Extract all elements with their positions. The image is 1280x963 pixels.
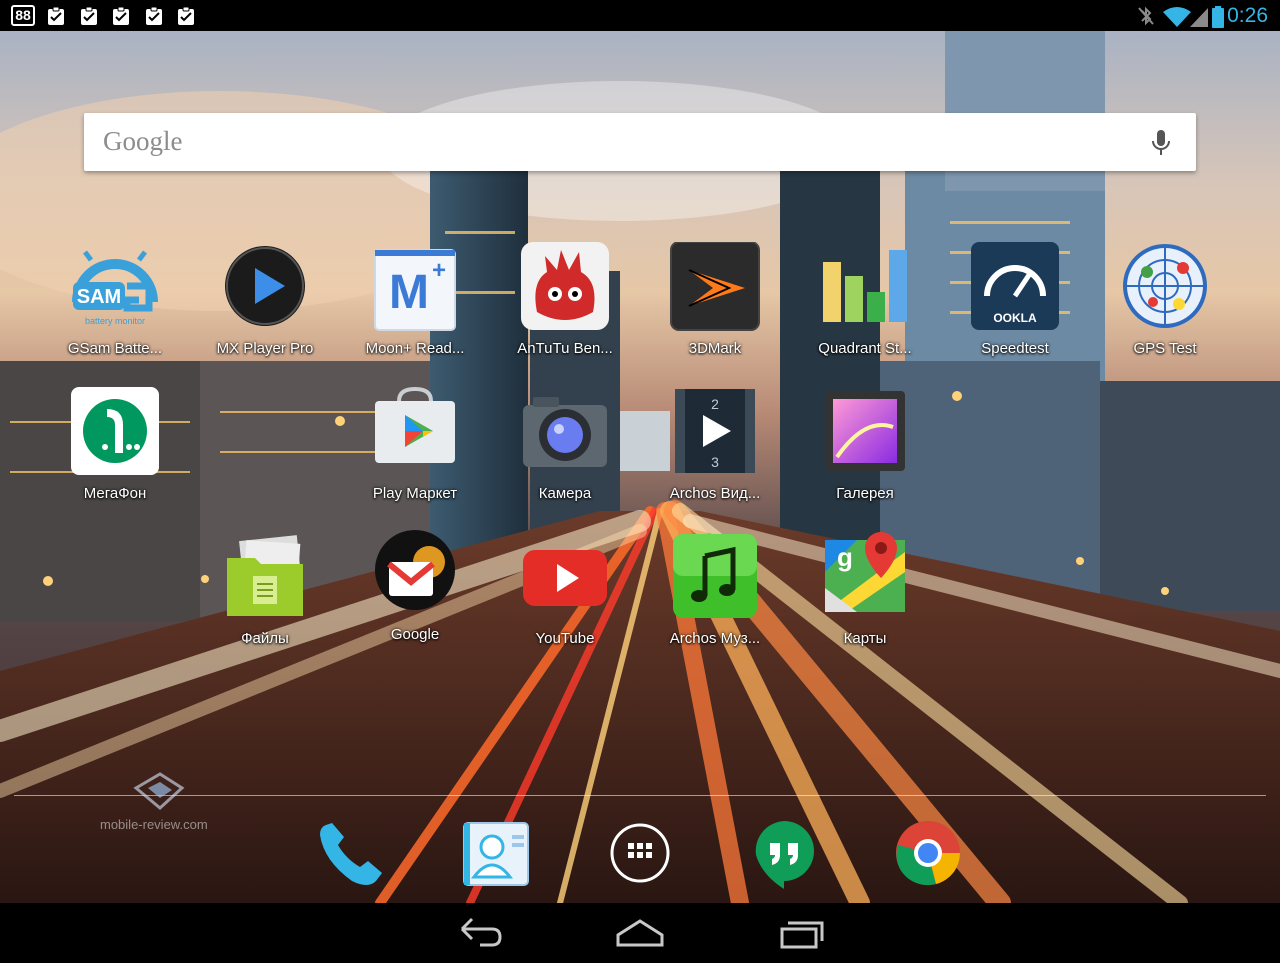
app-label: Карты (843, 630, 887, 647)
clipboard-check-icon[interactable] (46, 6, 66, 26)
cell-signal-icon (1190, 8, 1208, 27)
app-label: Moon+ Read... (365, 340, 465, 357)
archos-music-icon (667, 532, 763, 628)
app-speedtest[interactable]: OOKLA Speedtest (940, 242, 1090, 358)
app-label: AnTuTu Ben... (517, 340, 613, 357)
app-maps[interactable]: g Карты (790, 532, 940, 648)
app-label: Speedtest (981, 340, 1049, 357)
svg-text:battery monitor: battery monitor (85, 316, 145, 326)
app-archos-video[interactable]: 23 Archos Вид... (640, 387, 790, 503)
app-label: Archos Вид... (669, 485, 761, 502)
app-label: Галерея (836, 485, 894, 502)
app-label: Quadrant St... (818, 340, 912, 357)
clipboard-check-icon[interactable] (111, 6, 131, 26)
youtube-icon (517, 532, 613, 628)
clipboard-check-icon[interactable] (144, 6, 164, 26)
contacts-icon[interactable] (458, 815, 534, 891)
app-label: Google (390, 626, 440, 643)
google-search-bar[interactable]: Google (84, 113, 1196, 171)
status-bar: 88 0:26 (0, 0, 1280, 31)
home-icon[interactable] (612, 915, 668, 951)
svg-text:+: + (432, 257, 446, 284)
all-apps-icon[interactable] (602, 815, 678, 891)
app-files[interactable]: Файлы (190, 532, 340, 648)
svg-text:3: 3 (711, 454, 719, 470)
camera-icon (517, 387, 613, 483)
app-moon-reader[interactable]: M + Moon+ Read... (340, 242, 490, 358)
quadrant-icon (817, 242, 913, 338)
mx-player-icon (217, 242, 313, 338)
app-label: GPS Test (1133, 340, 1197, 357)
recents-icon[interactable] (772, 915, 828, 951)
maps-icon: g (817, 532, 913, 628)
app-antutu[interactable]: AnTuTu Ben... (490, 242, 640, 358)
svg-text:2: 2 (711, 396, 719, 412)
app-youtube[interactable]: YouTube (490, 532, 640, 648)
dock-divider (14, 795, 1266, 796)
app-label: YouTube (535, 630, 595, 647)
google-logo: Google (103, 126, 183, 156)
svg-text:M: M (389, 266, 429, 319)
app-label: Archos Муз... (669, 630, 761, 647)
svg-text:g: g (837, 542, 853, 572)
gsam-battery-icon: SAM battery monitor (67, 242, 163, 338)
svg-text:SAM: SAM (77, 286, 121, 308)
status-time: 0:26 (1227, 4, 1268, 27)
clipboard-check-icon[interactable] (176, 6, 196, 26)
app-mx-player[interactable]: MX Player Pro (190, 242, 340, 358)
3dmark-icon (667, 242, 763, 338)
app-gps-test[interactable]: GPS Test (1090, 242, 1240, 358)
clipboard-check-icon[interactable] (79, 6, 99, 26)
app-3dmark[interactable]: 3DMark (640, 242, 790, 358)
archos-video-icon: 23 (667, 387, 763, 483)
navigation-bar (0, 903, 1280, 963)
phone-icon[interactable] (312, 815, 388, 891)
moon-reader-icon: M + (367, 242, 463, 338)
megafon-icon (67, 387, 163, 483)
play-store-icon (367, 387, 463, 483)
app-archos-music[interactable]: Archos Муз... (640, 532, 790, 648)
wifi-icon (1163, 7, 1191, 27)
app-camera[interactable]: Камера (490, 387, 640, 503)
svg-text:OOKLA: OOKLA (993, 311, 1037, 325)
watermark-logo (133, 772, 185, 810)
speedtest-icon: OOKLA (967, 242, 1063, 338)
app-label: GSam Batte... (67, 340, 163, 357)
app-label: MX Player Pro (216, 340, 314, 357)
watermark: mobile-review.com (100, 817, 208, 832)
back-icon[interactable] (452, 915, 508, 951)
google-folder-icon (367, 528, 463, 624)
gps-test-icon (1117, 242, 1213, 338)
app-label: 3DMark (688, 340, 742, 357)
antutu-icon (517, 242, 613, 338)
gallery-icon (817, 387, 913, 483)
app-label: Файлы (241, 630, 289, 647)
app-play-store[interactable]: Play Маркет (340, 387, 490, 503)
mic-icon[interactable] (1150, 128, 1172, 158)
app-label: Play Маркет (372, 485, 458, 502)
app-label: Камера (538, 485, 592, 502)
bluetooth-off-icon (1138, 6, 1154, 26)
files-icon (217, 532, 313, 628)
app-gsam-battery[interactable]: SAM battery monitor GSam Batte... (40, 242, 190, 358)
app-label: МегаФон (83, 485, 147, 502)
hangouts-icon[interactable] (746, 815, 822, 891)
chrome-icon[interactable] (890, 815, 966, 891)
notification-badge[interactable]: 88 (11, 5, 35, 26)
battery-icon (1212, 6, 1224, 28)
app-gallery[interactable]: Галерея (790, 387, 940, 503)
app-google-folder[interactable]: Google (340, 528, 490, 644)
app-megafon[interactable]: МегаФон (40, 387, 190, 503)
app-quadrant[interactable]: Quadrant St... (790, 242, 940, 358)
